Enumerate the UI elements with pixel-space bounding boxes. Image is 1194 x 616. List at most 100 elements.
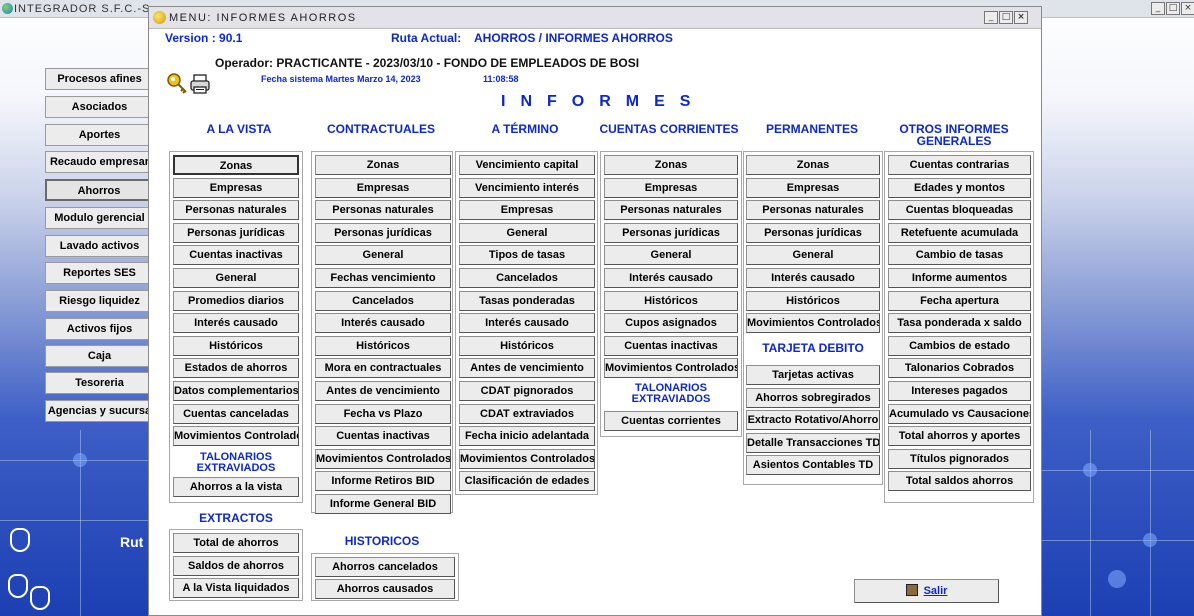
report-button-general[interactable]: General <box>459 222 595 243</box>
report-button-cuentas-bloqueadas[interactable]: Cuentas bloqueadas <box>888 200 1031 221</box>
report-button-cuentas-inactivas[interactable]: Cuentas inactivas <box>315 426 451 447</box>
report-button-informe-aumentos[interactable]: Informe aumentos <box>888 268 1031 288</box>
report-button-saldos-de-ahorros[interactable]: Saldos de ahorros <box>173 555 299 576</box>
report-button-antes-de-vencimiento[interactable]: Antes de vencimiento <box>459 358 595 379</box>
key-icon[interactable] <box>165 71 189 100</box>
report-button-acumulado-vs-causaciones[interactable]: Acumulado vs Causaciones <box>888 403 1031 424</box>
nav-item-agencias-y-sucursales[interactable]: Agencias y sucursa <box>45 400 153 422</box>
close-icon[interactable]: × <box>1014 11 1028 24</box>
report-button-fechas-vencimiento[interactable]: Fechas vencimiento <box>315 268 451 288</box>
report-button-cuentas-corrientes[interactable]: Cuentas corrientes <box>604 411 738 431</box>
report-button-promedios-diarios[interactable]: Promedios diarios <box>173 290 299 311</box>
nav-item-ahorros[interactable]: Ahorros <box>45 179 153 201</box>
report-button-tipos-de-tasas[interactable]: Tipos de tasas <box>459 245 595 266</box>
report-button-empresas[interactable]: Empresas <box>746 177 880 198</box>
report-button-cdat-extraviados[interactable]: CDAT extraviados <box>459 403 595 424</box>
report-button-personas-juridicas[interactable]: Personas jurídicas <box>173 222 299 243</box>
report-button-cuentas-canceladas[interactable]: Cuentas canceladas <box>173 403 299 424</box>
close-icon[interactable]: × <box>1181 2 1194 15</box>
report-button-interes-causado[interactable]: Interés causado <box>315 313 451 334</box>
report-button-ahorros-a-la-vista[interactable]: Ahorros a la vista <box>173 477 299 497</box>
nav-item-lavado-activos[interactable]: Lavado activos <box>45 235 153 257</box>
report-button-tasas-ponderadas[interactable]: Tasas ponderadas <box>459 290 595 311</box>
report-button-personas-naturales[interactable]: Personas naturales <box>746 200 880 221</box>
report-button-empresas[interactable]: Empresas <box>459 200 595 221</box>
report-button-personas-naturales[interactable]: Personas naturales <box>173 200 299 221</box>
report-button-vencimiento-capital[interactable]: Vencimiento capital <box>459 155 595 175</box>
report-button-interes-causado[interactable]: Interés causado <box>173 313 299 334</box>
report-button-retefuente-acumulada[interactable]: Retefuente acumulada <box>888 222 1031 243</box>
report-button-cdat-pignorados[interactable]: CDAT pignorados <box>459 381 595 401</box>
report-button-zonas[interactable]: Zonas <box>173 155 299 175</box>
report-button-antes-de-vencimiento[interactable]: Antes de vencimiento <box>315 381 451 401</box>
report-button-fecha-vs-plazo[interactable]: Fecha vs Plazo <box>315 403 451 424</box>
nav-item-asociados[interactable]: Asociados <box>45 96 153 118</box>
report-button-personas-juridicas[interactable]: Personas jurídicas <box>315 222 451 243</box>
report-button-cambio-de-tasas[interactable]: Cambio de tasas <box>888 245 1031 266</box>
report-button-cancelados[interactable]: Cancelados <box>459 268 595 288</box>
report-button-ahorros-sobregirados[interactable]: Ahorros sobregirados <box>746 387 880 408</box>
nav-item-modulo-gerencial[interactable]: Modulo gerencial <box>45 207 153 229</box>
report-button-zonas[interactable]: Zonas <box>746 155 880 175</box>
report-button-empresas[interactable]: Empresas <box>173 177 299 198</box>
report-button-historicos[interactable]: Históricos <box>173 335 299 356</box>
report-button-cuentas-inactivas[interactable]: Cuentas inactivas <box>604 335 738 356</box>
report-button-informe-retiros-bid[interactable]: Informe Retiros BID <box>315 471 451 492</box>
report-button-estados-de-ahorros[interactable]: Estados de ahorros <box>173 358 299 379</box>
report-button-general[interactable]: General <box>315 245 451 266</box>
report-button-personas-juridicas[interactable]: Personas jurídicas <box>746 222 880 243</box>
nav-item-procesos-afines[interactable]: Procesos afines <box>45 68 153 90</box>
minimize-icon[interactable]: _ <box>1151 2 1165 15</box>
report-button-total-de-ahorros[interactable]: Total de ahorros <box>173 533 299 553</box>
maximize-icon[interactable]: □ <box>1166 2 1180 15</box>
report-button-titulos-pignorados[interactable]: Títulos pignorados <box>888 448 1031 469</box>
report-button-cupos-asignados[interactable]: Cupos asignados <box>604 313 738 334</box>
nav-item-caja[interactable]: Caja <box>45 345 153 367</box>
report-button-interes-causado[interactable]: Interés causado <box>459 313 595 334</box>
report-button-ahorros-causados[interactable]: Ahorros causados <box>315 579 455 599</box>
report-button-zonas[interactable]: Zonas <box>315 155 451 175</box>
report-button-total-ahorros-y-aportes[interactable]: Total ahorros y aportes <box>888 426 1031 447</box>
report-button-clasificacion-de-edades[interactable]: Clasificación de edades <box>459 471 595 492</box>
report-button-ahorros-cancelados[interactable]: Ahorros cancelados <box>315 557 455 577</box>
report-button-detalle-transacciones-td[interactable]: Detalle Transacciones TD <box>746 432 880 453</box>
nav-item-tesoreria[interactable]: Tesoreria <box>45 372 153 394</box>
report-button-intereses-pagados[interactable]: Intereses pagados <box>888 381 1031 401</box>
report-button-fecha-apertura[interactable]: Fecha apertura <box>888 290 1031 311</box>
report-button-cambios-de-estado[interactable]: Cambios de estado <box>888 335 1031 356</box>
nav-item-recaudo-empresar[interactable]: Recaudo empresar <box>45 151 153 173</box>
report-button-interes-causado[interactable]: Interés causado <box>604 268 738 288</box>
report-button-informe-general-bid[interactable]: Informe General BID <box>315 494 451 514</box>
report-button-fecha-inicio-adelantada[interactable]: Fecha inicio adelantada <box>459 426 595 447</box>
report-button-general[interactable]: General <box>604 245 738 266</box>
report-button-vencimiento-interes[interactable]: Vencimiento interés <box>459 177 595 198</box>
report-button-movimientos-controlados[interactable]: Movimientos Controlados <box>459 448 595 469</box>
report-button-historicos[interactable]: Históricos <box>746 290 880 311</box>
report-button-talonarios-cobrados[interactable]: Talonarios Cobrados <box>888 358 1031 379</box>
report-button-personas-naturales[interactable]: Personas naturales <box>315 200 451 221</box>
report-button-movimientos-controlados[interactable]: Movimientos Controlados <box>604 358 738 379</box>
report-button-empresas[interactable]: Empresas <box>315 177 451 198</box>
report-button-interes-causado[interactable]: Interés causado <box>746 268 880 288</box>
report-button-edades-y-montos[interactable]: Edades y montos <box>888 177 1031 198</box>
report-button-personas-juridicas[interactable]: Personas jurídicas <box>604 222 738 243</box>
salir-button[interactable]: Salir <box>854 579 999 603</box>
report-button-extracto-rotativo-ahorro[interactable]: Extracto Rotativo/Ahorro <box>746 410 880 431</box>
nav-item-activos-fijos[interactable]: Activos fijos <box>45 318 153 340</box>
nav-item-aportes[interactable]: Aportes <box>45 124 153 146</box>
report-button-cuentas-contrarias[interactable]: Cuentas contrarias <box>888 155 1031 175</box>
report-button-historicos[interactable]: Históricos <box>459 335 595 356</box>
printer-icon[interactable] <box>189 73 211 100</box>
report-button-zonas[interactable]: Zonas <box>604 155 738 175</box>
report-button-cancelados[interactable]: Cancelados <box>315 290 451 311</box>
minimize-icon[interactable]: _ <box>984 11 998 24</box>
report-button-general[interactable]: General <box>746 245 880 266</box>
nav-item-riesgo-liquidez[interactable]: Riesgo liquidez <box>45 290 153 312</box>
report-button-asientos-contables-td[interactable]: Asientos Contables TD <box>746 455 880 476</box>
report-button-empresas[interactable]: Empresas <box>604 177 738 198</box>
report-button-movimientos-controlados[interactable]: Movimientos Controlados <box>315 448 451 469</box>
report-button-tarjetas-activas[interactable]: Tarjetas activas <box>746 365 880 385</box>
report-button-a-la-vista-liquidados[interactable]: A la Vista liquidados <box>173 578 299 598</box>
report-button-movimientos-controlados[interactable]: Movimientos Controlados <box>173 426 299 447</box>
report-button-personas-naturales[interactable]: Personas naturales <box>604 200 738 221</box>
